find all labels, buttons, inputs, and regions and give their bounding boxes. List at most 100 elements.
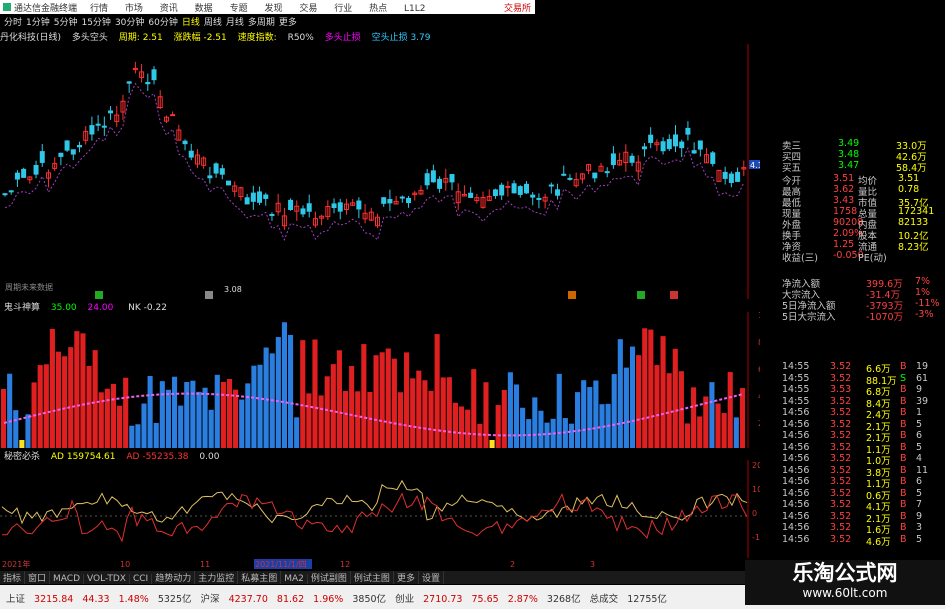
indicator-tab[interactable]: MACD [50, 574, 85, 584]
candle-body [288, 199, 294, 210]
cy-change: 75.65 [471, 594, 499, 605]
speed-index: 速度指数: [237, 33, 277, 43]
indicator-tab[interactable]: MA2 [281, 574, 308, 584]
menu-item[interactable]: 数据 [195, 4, 213, 14]
candle-body [182, 140, 188, 145]
indicator-tab[interactable]: CCI [130, 574, 153, 584]
tick-side: B [900, 464, 907, 476]
indicator-tab[interactable]: 窗口 [25, 571, 51, 584]
ind1-bar [349, 366, 355, 448]
indicator-tab[interactable]: 设置 [419, 571, 444, 584]
tick-time: 14:56 [782, 487, 810, 499]
period-tab[interactable]: 多周期 [248, 15, 275, 28]
candle-body [610, 153, 616, 166]
ind1-bar [642, 328, 648, 448]
menu-item[interactable]: 交易 [299, 4, 317, 14]
menu-item[interactable]: 行业 [334, 4, 352, 14]
period-tab[interactable]: 15分钟 [81, 15, 110, 28]
ind1-bar [379, 352, 385, 448]
period-tab[interactable]: 周线 [204, 15, 222, 28]
sh-amount: 5325亿 [157, 594, 192, 605]
tick-price: 3.52 [830, 510, 852, 522]
menu-item[interactable]: 热点 [369, 4, 387, 14]
ind1-bar [43, 364, 49, 448]
tick-side: B [900, 361, 907, 372]
cy-pct: 2.87% [507, 594, 538, 605]
indicator-tab[interactable]: 趋势动力 [152, 571, 196, 584]
indicator-tab[interactable]: 私募主图 [238, 571, 282, 584]
ind1-bar [306, 393, 312, 448]
ind1-bar [672, 348, 678, 448]
indicator-tab[interactable]: 例试主图 [351, 571, 394, 584]
ind1-bar [575, 392, 581, 448]
tick-count: 5 [916, 418, 923, 430]
candle-body [8, 190, 14, 193]
candlestick-chart[interactable]: 4.204.003.803.603.403.204.163.08 [0, 44, 760, 299]
period-tab[interactable]: 1分钟 [26, 15, 50, 28]
ind1-bar [477, 424, 483, 448]
flow-pct: 7% [915, 276, 931, 287]
tick-time: 14:56 [782, 418, 810, 430]
indicator-tab[interactable]: 例试副图 [308, 571, 351, 584]
candle-body [95, 123, 101, 126]
period-tab[interactable]: 30分钟 [115, 15, 144, 28]
ind1-bar [660, 336, 666, 448]
sz-amount: 3850亿 [352, 594, 387, 605]
app-title: 通达信金融终端 [14, 4, 78, 14]
period-tab[interactable]: 日线 [182, 15, 200, 28]
menu-item[interactable]: L1L2 [404, 4, 425, 14]
ind1-bar [80, 333, 86, 448]
sh-label: 上证 [6, 594, 26, 605]
indicator-tab[interactable]: 指标 [0, 571, 26, 584]
date-label: 3 [590, 560, 595, 569]
ind1-bar [581, 380, 587, 448]
indicator-tabs: 指标 窗口 MACD VOL-TDX CCI 趋势动力 主力监控 私募主图 MA2 例试副图 例试主… [0, 571, 760, 584]
signal-marker [568, 291, 576, 299]
indicator2-chart[interactable]: 20000 10000 0 -10000 [0, 460, 760, 558]
ind1-bar [324, 376, 330, 448]
menu-item[interactable]: 行情 [90, 4, 108, 14]
indicator-tab[interactable]: VOL-TDX [84, 574, 130, 584]
ind2-ad-line [1, 479, 748, 525]
period-tab[interactable]: 5分钟 [54, 15, 78, 28]
tick-side: B [900, 522, 907, 533]
period-tab[interactable]: 月线 [226, 15, 244, 28]
tick-side: B [900, 395, 907, 407]
menu-item[interactable]: 专题 [230, 4, 248, 14]
candle-body [679, 141, 685, 149]
menu-item[interactable]: 市场 [125, 4, 143, 14]
ind1-bar [526, 419, 532, 448]
ind1-bar [147, 376, 153, 448]
period-tab[interactable]: 60分钟 [148, 15, 177, 28]
watermark-logo: 乐淘公式网 www.60lt.com [745, 560, 945, 605]
ind1-bar [214, 374, 220, 448]
menu-item[interactable]: 资讯 [160, 4, 178, 14]
indicator-tab[interactable]: 主力监控 [195, 571, 239, 584]
ind1-bar [141, 403, 147, 448]
tick-side: B [900, 441, 907, 453]
menu-item[interactable]: 发现 [264, 4, 282, 14]
ind1-bar [300, 340, 306, 448]
candle-body [567, 177, 573, 180]
ind1-bar [202, 387, 208, 448]
period-tab[interactable]: 分时 [4, 15, 22, 28]
stat-value: 3.51 [898, 173, 920, 184]
ind1-bar [275, 337, 281, 448]
indicator-tab[interactable]: 更多 [394, 571, 419, 584]
indicator1-chart[interactable]: 100.0 80.00 60.00 40.00 20.00 [0, 312, 760, 448]
ind1-bar [288, 334, 294, 448]
period-tab[interactable]: 更多 [279, 15, 297, 28]
trade-link[interactable]: 交易所 [504, 1, 531, 14]
ind1-bar [422, 380, 428, 448]
candle-body [64, 140, 70, 151]
ind1-bar [86, 365, 92, 448]
ind1-bar [1, 389, 7, 448]
stat-value: 1.25 [833, 239, 855, 250]
candle-body [555, 189, 561, 196]
tick-count: 4 [916, 453, 923, 464]
ind1-bar [178, 405, 184, 448]
ind1-bar [568, 423, 575, 448]
ind1-bar [636, 355, 642, 448]
tick-price: 3.52 [830, 499, 852, 510]
candle-body [648, 134, 654, 143]
